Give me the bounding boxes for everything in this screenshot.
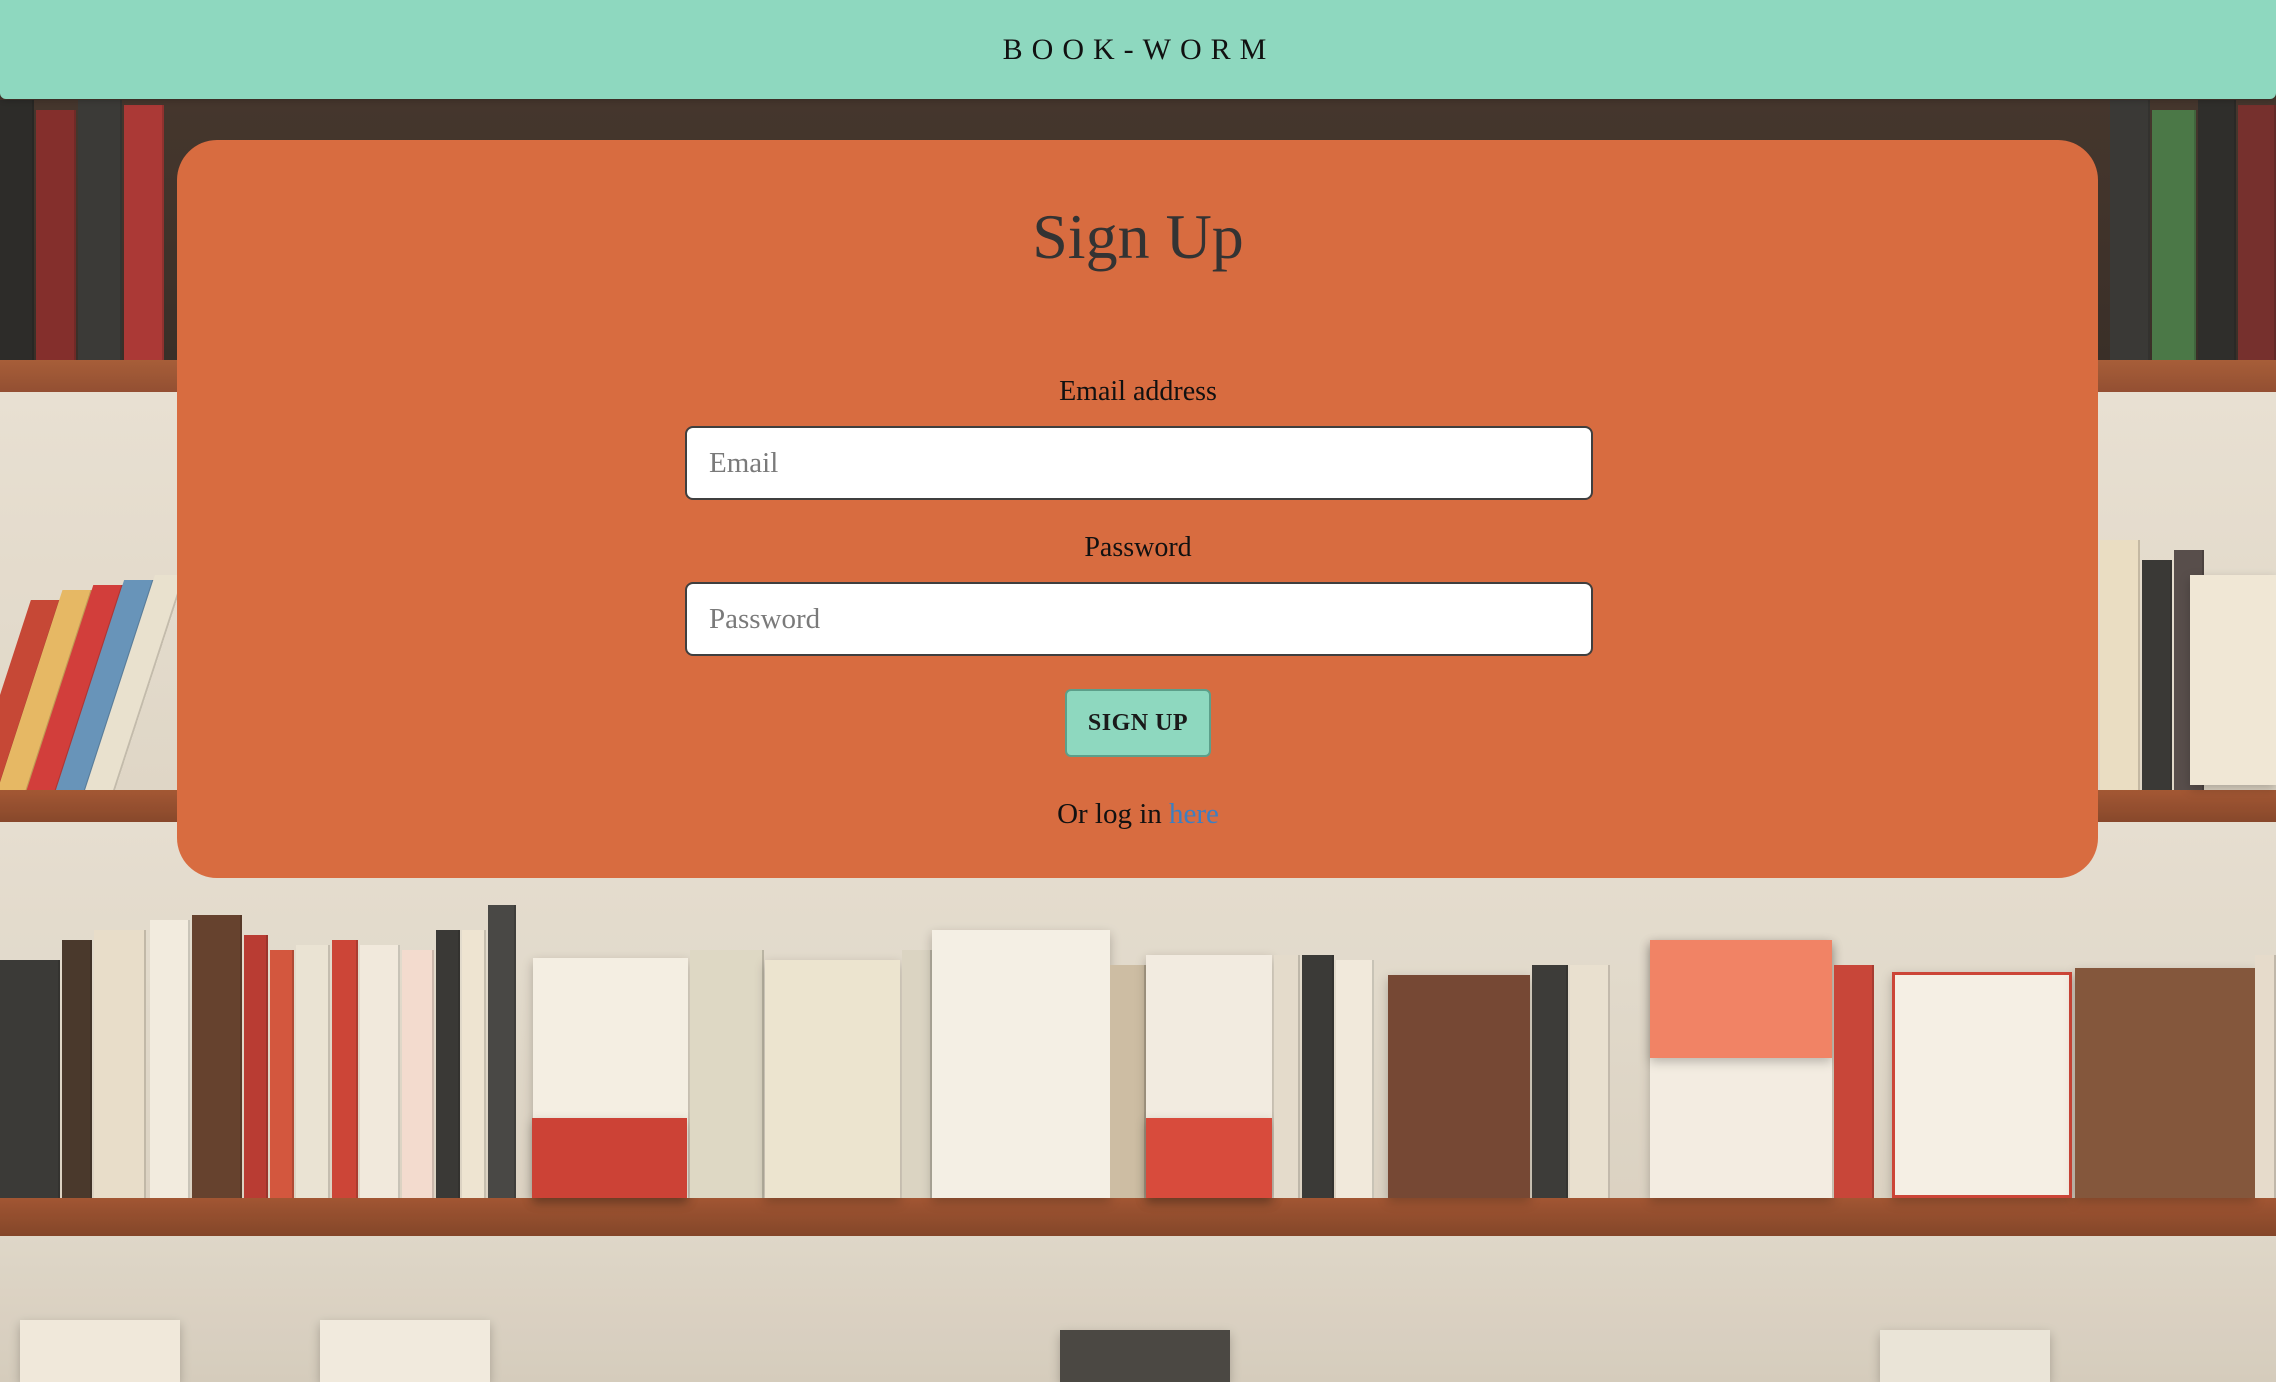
email-input[interactable] [685, 426, 1593, 500]
login-prompt-text: Or log in [1057, 798, 1170, 830]
login-link[interactable]: here [1169, 798, 1219, 830]
navbar: BOOK-WORM [0, 0, 2276, 99]
page: BOOK-WORM Sign Up Email address Password… [0, 0, 2276, 1382]
email-label: Email address [1059, 376, 1217, 407]
login-prompt: Or log in here [0, 798, 2276, 831]
page-title: Sign Up [1032, 201, 1244, 272]
password-label: Password [1084, 532, 1192, 563]
password-input[interactable] [685, 582, 1593, 656]
sign-up-button[interactable]: SIGN UP [1065, 689, 1211, 757]
brand-logo[interactable]: BOOK-WORM [1003, 33, 1276, 67]
